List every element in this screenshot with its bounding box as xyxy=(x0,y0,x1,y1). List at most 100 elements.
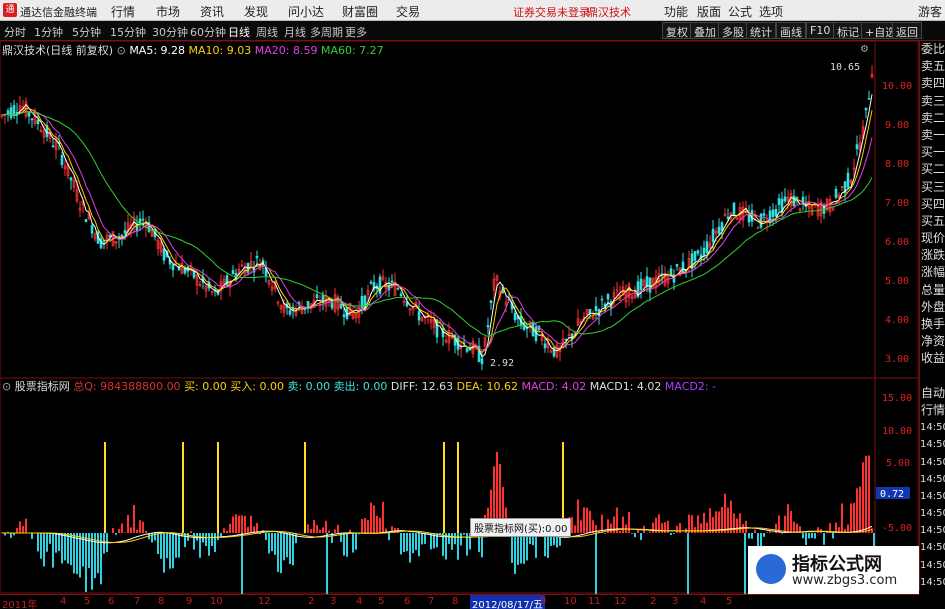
stats-button[interactable]: 统计 xyxy=(746,22,776,39)
candle-body xyxy=(834,188,838,198)
period-1min[interactable]: 1分钟 xyxy=(34,24,63,40)
candle-body xyxy=(342,314,346,318)
time-tick: 10 xyxy=(210,596,223,607)
side-item[interactable]: 买三 xyxy=(920,179,945,196)
side-item[interactable]: 卖四 xyxy=(920,75,945,92)
menu-ask[interactable]: 问小达 xyxy=(288,3,324,20)
macd-label: MACD: 4.02 xyxy=(521,380,587,393)
side-item[interactable]: 卖二 xyxy=(920,110,945,127)
menu-market[interactable]: 市场 xyxy=(156,3,180,20)
candle-body xyxy=(102,240,106,243)
side-item[interactable]: 换手 xyxy=(920,316,945,333)
gear-icon[interactable]: ⚙ xyxy=(860,44,869,55)
tick-time: 14:50 xyxy=(920,456,945,468)
period-timeshare[interactable]: 分时 xyxy=(4,24,26,40)
login-warning[interactable]: 证券交易未登录 xyxy=(513,4,590,20)
candle-body xyxy=(255,255,259,259)
period-30min[interactable]: 30分钟 xyxy=(152,24,188,40)
side-item[interactable]: 涨跌 xyxy=(920,247,945,264)
period-60min[interactable]: 60分钟 xyxy=(190,24,226,40)
side-item[interactable]: 买四 xyxy=(920,196,945,213)
indicator-tick: 10.00 xyxy=(882,426,912,437)
menu-function[interactable]: 功能 xyxy=(664,3,688,20)
candle-body xyxy=(855,144,859,150)
side-item[interactable]: 买一 xyxy=(920,144,945,161)
candle-body xyxy=(564,338,568,341)
candle-body xyxy=(696,250,700,254)
candle-body xyxy=(369,281,373,284)
menu-trade[interactable]: 交易 xyxy=(396,3,420,20)
side-item[interactable]: 总量 xyxy=(920,282,945,299)
candle-body xyxy=(162,248,166,261)
side-item[interactable]: 卖一 xyxy=(920,127,945,144)
indicator-tick: 5.00 xyxy=(886,458,910,469)
time-tick: 7 xyxy=(428,596,435,607)
side-item xyxy=(920,368,945,385)
candle-body xyxy=(732,202,736,216)
period-daily[interactable]: 日线 xyxy=(228,24,250,40)
period-5min[interactable]: 5分钟 xyxy=(72,24,101,40)
price-tick: 8.00 xyxy=(885,159,909,170)
mark-button[interactable]: 标记 xyxy=(833,22,863,39)
candle-body xyxy=(606,294,610,300)
side-item[interactable]: 涨幅 xyxy=(920,264,945,281)
candle-body xyxy=(489,300,493,303)
side-item[interactable]: 卖三 xyxy=(920,93,945,110)
side-item[interactable]: 自动 xyxy=(920,385,945,402)
time-tick: 5 xyxy=(726,596,733,607)
candle-body xyxy=(588,308,592,314)
app-logo-icon: 通 xyxy=(3,3,17,17)
period-monthly[interactable]: 月线 xyxy=(284,24,306,40)
menu-layout[interactable]: 版面 xyxy=(697,3,721,20)
kline-chart[interactable]: 10.00 9.00 8.00 7.00 6.00 5.00 4.00 3.00… xyxy=(0,41,919,594)
price-tick: 3.00 xyxy=(885,354,909,365)
candle-body xyxy=(417,311,421,321)
guest-button[interactable]: 游客 xyxy=(918,3,942,20)
time-tick: 12 xyxy=(258,596,271,607)
menu-options[interactable]: 选项 xyxy=(759,3,783,20)
low-price-label: 2.92 xyxy=(490,358,514,369)
multi-stock-button[interactable]: 多股 xyxy=(718,22,748,39)
ma20-line xyxy=(1,110,873,351)
side-item[interactable]: 买五 xyxy=(920,213,945,230)
side-item[interactable]: 净资 xyxy=(920,333,945,350)
side-item[interactable]: 外盘 xyxy=(920,299,945,316)
candle-body xyxy=(288,310,292,315)
time-tick: 8 xyxy=(452,596,459,607)
tick-time: 14:50 xyxy=(920,508,945,520)
candle-body xyxy=(717,226,721,234)
menu-discover[interactable]: 发现 xyxy=(244,3,268,20)
side-item[interactable]: 收益 xyxy=(920,350,945,367)
time-tick: 2 xyxy=(308,596,315,607)
overlay-button[interactable]: 叠加 xyxy=(690,22,720,39)
menu-quotes[interactable]: 行情 xyxy=(111,3,135,20)
adjust-button[interactable]: 复权 xyxy=(662,22,692,39)
period-weekly[interactable]: 周线 xyxy=(256,24,278,40)
back-button[interactable]: 返回 xyxy=(892,22,922,39)
macd1-label: MACD1: 4.02 xyxy=(589,380,662,393)
period-more[interactable]: 更多 xyxy=(345,24,367,40)
draw-line-button[interactable]: 画线 xyxy=(776,22,806,39)
f10-button[interactable]: F10 xyxy=(806,22,835,39)
side-item[interactable]: 现价 xyxy=(920,230,945,247)
time-tick: 7 xyxy=(134,596,141,607)
side-item[interactable]: 委比 xyxy=(920,41,945,58)
time-tick: 6 xyxy=(404,596,411,607)
candle-body xyxy=(783,196,787,202)
period-multi[interactable]: 多周期 xyxy=(310,24,343,40)
side-item[interactable]: 行情 xyxy=(920,402,945,419)
tick-time: 14:50 xyxy=(920,525,945,537)
candle-body xyxy=(747,214,751,223)
side-item[interactable]: 买二 xyxy=(920,161,945,178)
moving-average-lines xyxy=(1,94,873,358)
time-tick: 12 xyxy=(614,596,627,607)
indicator-tick: 15.00 xyxy=(882,393,912,404)
candle-body xyxy=(141,218,145,221)
menu-wealth[interactable]: 财富圈 xyxy=(342,3,378,20)
indicator-settings-icon[interactable]: ⊙ xyxy=(2,380,11,393)
menu-formula[interactable]: 公式 xyxy=(728,3,752,20)
menu-news[interactable]: 资讯 xyxy=(200,3,224,20)
candle-body xyxy=(231,270,235,275)
side-item[interactable]: 卖五 xyxy=(920,58,945,75)
period-15min[interactable]: 15分钟 xyxy=(110,24,146,40)
